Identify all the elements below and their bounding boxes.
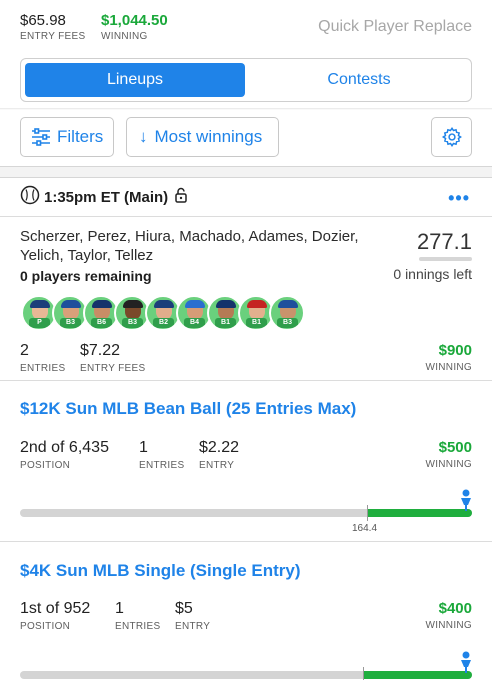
header-divider	[0, 108, 492, 110]
player-cap-icon	[216, 300, 236, 308]
lineup-winning-label: WINNING	[425, 362, 472, 373]
lineup-players: Scherzer, Perez, Hiura, Machado, Adames,…	[20, 228, 359, 264]
entries-label: ENTRIES	[20, 363, 66, 374]
lineup-entry-fees-stat: $7.22 ENTRY FEES	[80, 342, 145, 374]
player-cap-icon	[278, 300, 298, 308]
summary-header: $65.98 ENTRY FEES $1,044.50 WINNING Quic…	[0, 0, 492, 50]
sliders-icon	[31, 128, 51, 146]
user-position-icon-2	[460, 651, 472, 678]
points-underline	[419, 257, 472, 261]
contest-entry-value: $2.22	[199, 439, 240, 456]
lineups-contests-toggle: Lineups Contests	[20, 58, 472, 102]
position-value-2: 1st of 952	[20, 600, 91, 617]
contest-entry-label-2: ENTRY	[175, 621, 211, 632]
cutline-points: 164.4	[352, 523, 378, 534]
filters-label: Filters	[57, 127, 104, 146]
card-divider	[0, 216, 492, 217]
contest-entry-fee-2: $5 ENTRY	[175, 600, 210, 632]
player-cap-icon	[92, 300, 112, 308]
contest-entry-fee: $2.22 ENTRY	[199, 439, 239, 471]
user-position-icon	[460, 489, 472, 516]
entries-value: 2	[20, 342, 29, 359]
more-options-icon[interactable]: •••	[448, 188, 470, 209]
progress-fill-2	[364, 671, 472, 679]
lineup-points: 277.1	[416, 229, 472, 254]
player-position-badge: B3	[60, 318, 81, 328]
progress-fill	[368, 509, 472, 517]
player-avatar[interactable]: B3	[269, 295, 305, 331]
player-cap-icon	[61, 300, 81, 308]
sort-button[interactable]: ↓ Most winnings	[126, 117, 279, 157]
cutline-tick	[367, 505, 368, 521]
baseball-icon	[20, 185, 40, 209]
settings-button[interactable]	[431, 117, 472, 157]
winning-value: $1,044.50	[101, 12, 168, 29]
player-cap-icon	[154, 300, 174, 308]
player-cap-icon	[123, 300, 143, 308]
slate-time: 1:35pm ET (Main)	[44, 188, 169, 206]
player-position-badge: B1	[246, 318, 267, 328]
contest-entries-value-2: 1	[115, 600, 124, 617]
contest-progress-bar-2	[20, 667, 472, 680]
contest-winning-value: $500	[438, 439, 472, 456]
contest-entries-2: 1 ENTRIES	[115, 600, 160, 632]
position-label-2: POSITION	[20, 621, 71, 632]
contest-progress-bar	[20, 505, 472, 521]
player-position-badge: B4	[184, 318, 205, 328]
quick-player-replace-button[interactable]: Quick Player Replace	[318, 18, 472, 36]
section-separator	[0, 166, 492, 178]
contest-entry-label: ENTRY	[199, 460, 235, 471]
player-cap-icon	[185, 300, 205, 308]
contest-entries: 1 ENTRIES	[139, 439, 184, 471]
entry-fees-value: $65.98	[20, 12, 66, 29]
contest-winning: $500 WINNING	[425, 439, 472, 470]
contest-winning-value-2: $400	[438, 600, 472, 617]
entry-fees-stat: $65.98 ENTRY FEES	[20, 12, 85, 42]
tab-lineups[interactable]: Lineups	[25, 63, 245, 97]
lineup-entry-fees-value: $7.22	[80, 342, 121, 359]
entries-stat: 2 ENTRIES	[20, 342, 65, 374]
contest-divider	[0, 380, 492, 381]
position-value: 2nd of 6,435	[20, 439, 109, 456]
contest-divider-2	[0, 541, 492, 542]
filters-button[interactable]: Filters	[20, 117, 114, 157]
contest-position-2: 1st of 952 POSITION	[20, 600, 90, 632]
player-position-badge: B1	[215, 318, 236, 328]
cutline-tick-2	[363, 667, 364, 680]
lock-icon	[174, 187, 188, 207]
player-cap-icon	[247, 300, 267, 308]
player-cap-icon	[30, 300, 50, 308]
contest-title-2[interactable]: $4K Sun MLB Single (Single Entry)	[20, 561, 301, 581]
arrow-down-icon: ↓	[139, 127, 148, 146]
contest-title[interactable]: $12K Sun MLB Bean Ball (25 Entries Max)	[20, 399, 356, 419]
player-position-badge: B2	[153, 318, 174, 328]
contest-entries-label: ENTRIES	[139, 460, 185, 471]
players-remaining: 0 players remaining	[20, 268, 152, 284]
position-label: POSITION	[20, 460, 71, 471]
player-position-badge: B3	[122, 318, 143, 328]
lineup-winning-value: $900	[438, 342, 472, 359]
contest-winning-label-2: WINNING	[425, 620, 472, 631]
innings-left: 0 innings left	[393, 266, 472, 282]
contest-position: 2nd of 6,435 POSITION	[20, 439, 109, 471]
contest-entry-value-2: $5	[175, 600, 193, 617]
entry-fees-label: ENTRY FEES	[20, 31, 86, 42]
contest-entries-value: 1	[139, 439, 148, 456]
tab-contests[interactable]: Contests	[249, 63, 469, 97]
winning-stat: $1,044.50 WINNING	[101, 12, 168, 42]
contest-winning-2: $400 WINNING	[425, 600, 472, 631]
sort-label: Most winnings	[154, 127, 263, 146]
lineup-winning-stat: $900 WINNING	[425, 342, 472, 373]
player-position-badge: B3	[277, 318, 298, 328]
player-position-badge: B6	[91, 318, 112, 328]
gear-icon	[441, 126, 463, 148]
contest-winning-label: WINNING	[425, 459, 472, 470]
winning-label: WINNING	[101, 31, 148, 42]
slate-title: 1:35pm ET (Main)	[20, 185, 188, 209]
contest-entries-label-2: ENTRIES	[115, 621, 161, 632]
player-position-badge: P	[29, 318, 50, 328]
lineup-entry-fees-label: ENTRY FEES	[80, 363, 146, 374]
